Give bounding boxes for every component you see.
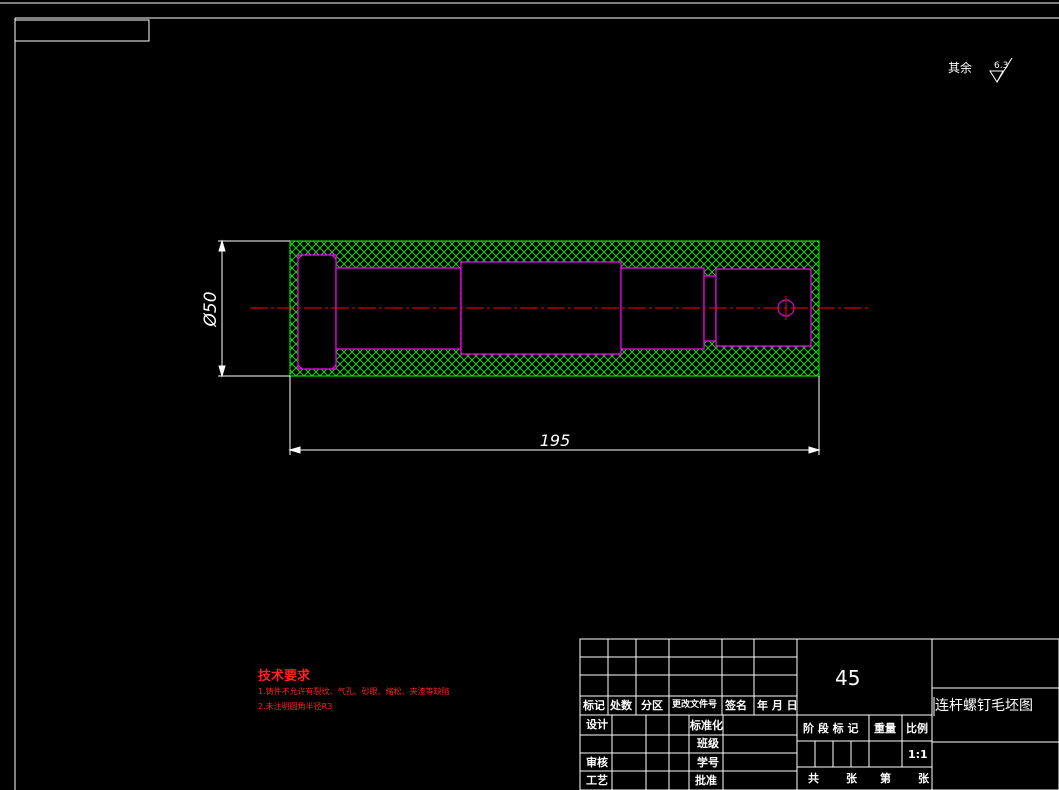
stage-header: 阶 段 标 记 bbox=[803, 722, 859, 735]
sheet-sheet-label: 张 bbox=[918, 772, 929, 785]
material-label: 45 bbox=[835, 666, 861, 690]
role-review: 审核 bbox=[586, 756, 608, 769]
scale-header: 比例 bbox=[906, 722, 928, 735]
length-dimension: 195 bbox=[540, 431, 571, 450]
scale-value: 1:1 bbox=[908, 748, 928, 761]
rev-header-date: 年 月 日 bbox=[757, 699, 798, 712]
role-class: 班级 bbox=[697, 737, 719, 750]
role-process: 工艺 bbox=[586, 774, 608, 787]
rev-header-doc: 更改文件号 bbox=[672, 700, 718, 710]
notes-title: 技术要求 bbox=[258, 669, 311, 684]
sheet-sheets-label: 张 bbox=[846, 772, 857, 785]
notes-item-1: 1.铸件不允许有裂纹、气孔、砂眼、缩松、夹渣等缺陷 bbox=[258, 687, 450, 696]
weight-header: 重量 bbox=[874, 722, 896, 735]
role-standardization: 标准化 bbox=[690, 719, 723, 732]
title-block-grid bbox=[579, 638, 1059, 790]
rev-header-zone: 分区 bbox=[641, 699, 663, 712]
engineering-drawing: Ø50 195 6.3 其余 bbox=[0, 2, 1059, 790]
rev-header-mark: 标记 bbox=[583, 699, 605, 712]
roughness-value: 6.3 bbox=[994, 61, 1008, 71]
role-student-id: 学号 bbox=[697, 756, 719, 769]
corner-label-box bbox=[14, 19, 150, 42]
role-approve: 批准 bbox=[695, 774, 717, 787]
roughness-label: 其余 bbox=[948, 60, 972, 75]
sheet-no-label: 第 bbox=[880, 772, 891, 785]
rev-header-count: 处数 bbox=[610, 699, 632, 712]
part-name: 连杆螺钉毛坯图 bbox=[935, 698, 1033, 714]
role-design: 设计 bbox=[586, 718, 608, 731]
sheet-total-label: 共 bbox=[808, 772, 819, 785]
rev-header-sign: 签名 bbox=[725, 699, 747, 712]
notes-item-2: 2.未注明圆角半径R3 bbox=[258, 702, 333, 711]
drawing-frame bbox=[0, 2, 1059, 790]
diameter-dimension: Ø50 bbox=[201, 291, 221, 327]
